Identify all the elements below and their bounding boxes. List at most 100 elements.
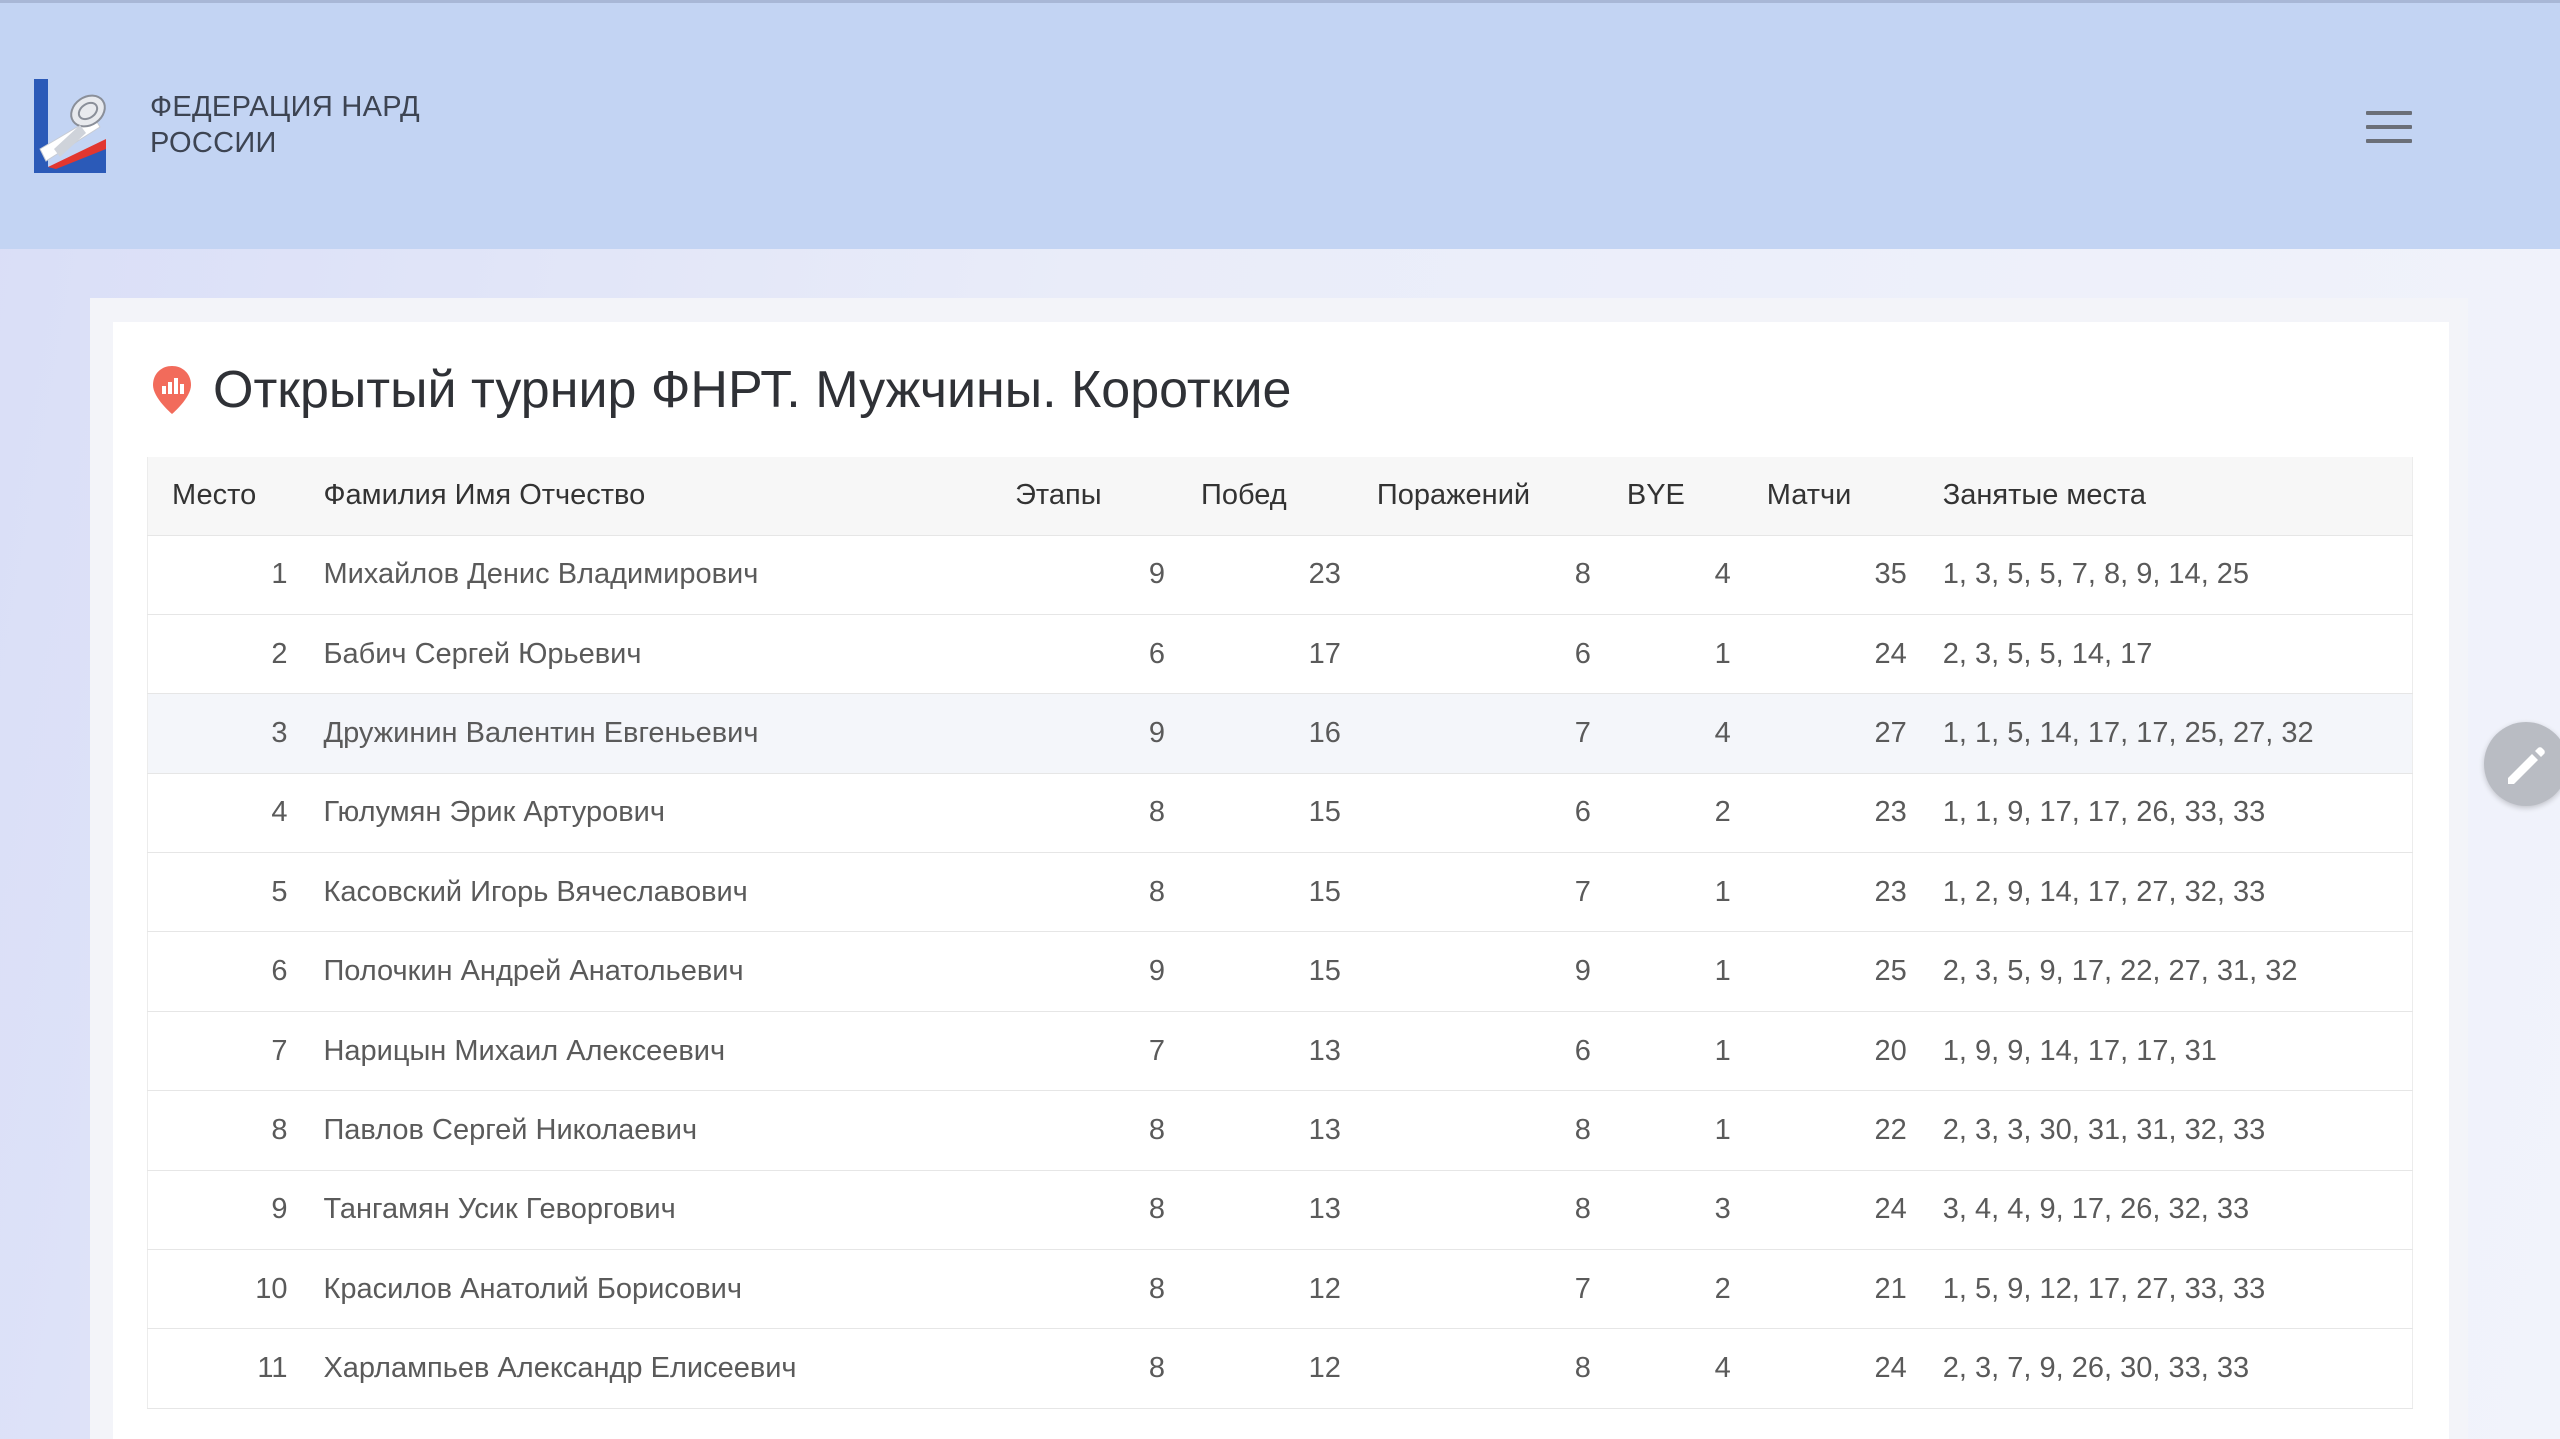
- cell-places-taken: 1, 9, 9, 14, 17, 17, 31: [1918, 1011, 2413, 1092]
- column-header-wins[interactable]: Побед: [1176, 457, 1353, 536]
- cell-wins: 12: [1176, 1328, 1353, 1409]
- cell-places-taken: 2, 3, 5, 9, 17, 22, 27, 31, 32: [1918, 931, 2413, 1012]
- table-row[interactable]: 3 Дружинин Валентин Евгеньевич 9 16 7 4 27 1, 1…: [147, 693, 2413, 774]
- cell-places-taken: 2, 3, 5, 5, 14, 17: [1918, 614, 2413, 695]
- cell-wins: 15: [1176, 931, 1353, 1012]
- cell-places-taken: 2, 3, 3, 30, 31, 31, 32, 33: [1918, 1090, 2413, 1171]
- table-row[interactable]: 5 Касовский Игорь Вячеславович 8 15 7 1 23 1, 2…: [147, 852, 2413, 933]
- results-table: Место Фамилия Имя Отчество Этапы Побед П…: [147, 457, 2413, 1409]
- cell-losses: 9: [1352, 931, 1603, 1012]
- cell-losses: 7: [1352, 1249, 1603, 1330]
- cell-matches: 27: [1742, 693, 1919, 774]
- cell-player-name: Павлов Сергей Николаевич: [299, 1090, 992, 1171]
- cell-losses: 6: [1352, 614, 1603, 695]
- cell-place: 10: [147, 1249, 300, 1330]
- cell-places-taken: 3, 4, 4, 9, 17, 26, 32, 33: [1918, 1170, 2413, 1251]
- cell-losses: 6: [1352, 1011, 1603, 1092]
- cell-matches: 24: [1742, 614, 1919, 695]
- federation-logo-icon[interactable]: [34, 79, 110, 173]
- cell-places-taken: 1, 5, 9, 12, 17, 27, 33, 33: [1918, 1249, 2413, 1330]
- cell-player-name: Полочкин Андрей Анатольевич: [299, 931, 992, 1012]
- cell-matches: 24: [1742, 1328, 1919, 1409]
- cell-stages: 8: [991, 1090, 1177, 1171]
- cell-bye: 1: [1602, 1011, 1743, 1092]
- cell-places-taken: 1, 2, 9, 14, 17, 27, 32, 33: [1918, 852, 2413, 933]
- cell-bye: 3: [1602, 1170, 1743, 1251]
- cell-wins: 23: [1176, 535, 1353, 615]
- cell-wins: 17: [1176, 614, 1353, 695]
- page-title: Открытый турнир ФНРТ. Мужчины. Короткие: [213, 361, 1292, 419]
- cell-matches: 21: [1742, 1249, 1919, 1330]
- cell-losses: 8: [1352, 535, 1603, 615]
- table-body: 1 Михайлов Денис Владимирович 9 23 8 4 35 1, 3,…: [147, 535, 2413, 1409]
- table-row[interactable]: 4 Гюлумян Эрик Артурович 8 15 6 2 23 1, 1, 9, 1…: [147, 773, 2413, 854]
- table-row[interactable]: 10 Красилов Анатолий Борисович 8 12 7 2 21 1, 5…: [147, 1249, 2413, 1330]
- table-header-row: Место Фамилия Имя Отчество Этапы Побед П…: [147, 457, 2413, 536]
- cell-losses: 8: [1352, 1328, 1603, 1409]
- cell-places-taken: 1, 1, 9, 17, 17, 26, 33, 33: [1918, 773, 2413, 854]
- cell-matches: 24: [1742, 1170, 1919, 1251]
- cell-wins: 13: [1176, 1090, 1353, 1171]
- cell-place: 2: [147, 614, 300, 695]
- table-row[interactable]: 9 Тангамян Усик Геворгович 8 13 8 3 24 3, 4, 4,…: [147, 1170, 2413, 1251]
- column-header-bye[interactable]: BYE: [1602, 457, 1743, 536]
- cell-player-name: Дружинин Валентин Евгеньевич: [299, 693, 992, 774]
- column-header-losses[interactable]: Поражений: [1352, 457, 1603, 536]
- cell-place: 5: [147, 852, 300, 933]
- column-header-name[interactable]: Фамилия Имя Отчество: [299, 457, 992, 536]
- cell-losses: 8: [1352, 1170, 1603, 1251]
- table-row[interactable]: 11 Харлампьев Александр Елисеевич 8 12 8 4 24 2…: [147, 1328, 2413, 1409]
- cell-player-name: Бабич Сергей Юрьевич: [299, 614, 992, 695]
- cell-bye: 2: [1602, 773, 1743, 854]
- cell-stages: 9: [991, 535, 1177, 615]
- brand-line-1: ФЕДЕРАЦИЯ НАРД: [150, 91, 420, 123]
- cell-matches: 35: [1742, 535, 1919, 615]
- table-row[interactable]: 8 Павлов Сергей Николаевич 8 13 8 1 22 2, 3, 3,…: [147, 1090, 2413, 1171]
- cell-wins: 15: [1176, 852, 1353, 933]
- cell-wins: 16: [1176, 693, 1353, 774]
- chart-pin-icon: [151, 364, 193, 416]
- cell-bye: 4: [1602, 1328, 1743, 1409]
- pencil-edit-icon[interactable]: [2484, 722, 2560, 806]
- column-header-stages[interactable]: Этапы: [991, 457, 1177, 536]
- site-header: ФЕДЕРАЦИЯ НАРД РОССИИ: [0, 0, 2560, 249]
- cell-place: 3: [147, 693, 300, 774]
- cell-place: 11: [147, 1328, 300, 1409]
- cell-wins: 15: [1176, 773, 1353, 854]
- column-header-places[interactable]: Занятые места: [1918, 457, 2413, 536]
- cell-stages: 9: [991, 693, 1177, 774]
- cell-place: 8: [147, 1090, 300, 1171]
- cell-stages: 8: [991, 1328, 1177, 1409]
- cell-stages: 8: [991, 852, 1177, 933]
- table-row[interactable]: 2 Бабич Сергей Юрьевич 6 17 6 1 24 2, 3, 5, 5, …: [147, 614, 2413, 695]
- cell-losses: 7: [1352, 693, 1603, 774]
- cell-wins: 13: [1176, 1170, 1353, 1251]
- cell-wins: 12: [1176, 1249, 1353, 1330]
- cell-stages: 8: [991, 1249, 1177, 1330]
- cell-place: 1: [147, 535, 300, 615]
- cell-bye: 1: [1602, 931, 1743, 1012]
- cell-losses: 8: [1352, 1090, 1603, 1171]
- cell-stages: 8: [991, 773, 1177, 854]
- brand-name[interactable]: ФЕДЕРАЦИЯ НАРД РОССИИ: [150, 89, 420, 161]
- column-header-matches[interactable]: Матчи: [1742, 457, 1919, 536]
- cell-player-name: Касовский Игорь Вячеславович: [299, 852, 992, 933]
- cell-matches: 22: [1742, 1090, 1919, 1171]
- table-row[interactable]: 1 Михайлов Денис Владимирович 9 23 8 4 35 1, 3,…: [147, 535, 2413, 615]
- title-row: Открытый турнир ФНРТ. Мужчины. Короткие: [151, 355, 1291, 425]
- cell-bye: 2: [1602, 1249, 1743, 1330]
- table-row[interactable]: 7 Нарицын Михаил Алексеевич 7 13 6 1 20 1, 9, 9…: [147, 1011, 2413, 1092]
- column-header-place[interactable]: Место: [147, 457, 300, 536]
- cell-player-name: Михайлов Денис Владимирович: [299, 535, 992, 615]
- cell-stages: 6: [991, 614, 1177, 695]
- cell-stages: 8: [991, 1170, 1177, 1251]
- table-row[interactable]: 6 Полочкин Андрей Анатольевич 9 15 9 1 25 2, 3,…: [147, 931, 2413, 1012]
- cell-matches: 23: [1742, 852, 1919, 933]
- cell-player-name: Нарицын Михаил Алексеевич: [299, 1011, 992, 1092]
- cell-player-name: Харлампьев Александр Елисеевич: [299, 1328, 992, 1409]
- cell-player-name: Красилов Анатолий Борисович: [299, 1249, 992, 1330]
- hamburger-menu-icon[interactable]: [2366, 109, 2414, 145]
- brand-line-2: РОССИИ: [150, 127, 277, 159]
- cell-place: 9: [147, 1170, 300, 1251]
- cell-losses: 6: [1352, 773, 1603, 854]
